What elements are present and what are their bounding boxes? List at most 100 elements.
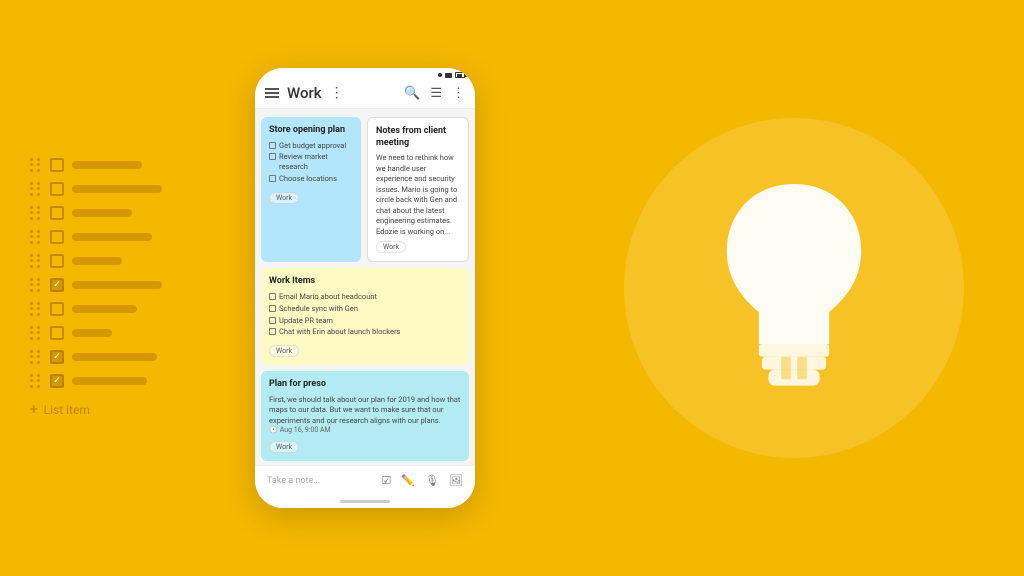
overflow-menu-icon[interactable]: ⋮ <box>452 86 465 101</box>
home-indicator <box>255 495 475 508</box>
note-label: Work <box>269 192 299 204</box>
note-check-item: Schedule sync with Gen <box>269 304 461 314</box>
add-list-item-row[interactable]: + List item <box>30 402 162 418</box>
hamburger-button[interactable] <box>265 88 279 98</box>
list-checkbox[interactable] <box>50 182 64 196</box>
list-row <box>30 206 162 220</box>
take-note-placeholder[interactable]: Take a note... <box>267 476 320 486</box>
signal-icon <box>438 73 442 77</box>
search-icon[interactable]: 🔍 <box>404 86 420 101</box>
header-left: Work ⋮ <box>265 84 344 102</box>
pencil-icon[interactable]: ✏️ <box>401 474 415 487</box>
list-bar <box>72 161 142 169</box>
list-bar <box>72 329 112 337</box>
note-store-opening[interactable]: Store opening plan Get budget approval R… <box>261 117 361 262</box>
list-checkbox[interactable] <box>50 350 64 364</box>
list-checkbox[interactable] <box>50 206 64 220</box>
note-title: Notes from client meeting <box>376 126 460 149</box>
drag-handle <box>30 374 42 388</box>
checkbox-icon <box>269 142 276 149</box>
app-header: Work ⋮ 🔍 ☰ ⋮ <box>255 80 475 109</box>
list-bar <box>72 233 152 241</box>
drag-handle <box>30 206 42 220</box>
list-bar <box>72 353 157 361</box>
note-date: 🕐 Aug 16, 9:00 AM <box>269 426 461 434</box>
note-checklist: Get budget approval Review market resear… <box>269 141 353 184</box>
note-checklist: Email Mario about headcount Schedule syn… <box>269 292 461 337</box>
note-body: We need to rethink how we handle user ex… <box>376 153 460 237</box>
battery-icon <box>455 72 465 78</box>
app-title: Work <box>287 84 322 102</box>
view-toggle-icon[interactable]: ☰ <box>430 86 442 101</box>
drag-handle <box>30 158 42 172</box>
note-client-meeting[interactable]: Notes from client meeting We need to ret… <box>367 117 469 262</box>
bottom-icons: ☑ ✏️ 🎙 🖼 <box>381 474 463 487</box>
list-row <box>30 326 162 340</box>
list-bar <box>72 185 162 193</box>
header-right: 🔍 ☰ ⋮ <box>404 86 465 101</box>
note-check-item: Get budget approval <box>269 141 353 151</box>
bottom-bar: Take a note... ☑ ✏️ 🎙 🖼 <box>255 465 475 495</box>
note-check-item: Email Mario about headcount <box>269 292 461 302</box>
list-checkbox[interactable] <box>50 326 64 340</box>
list-bar <box>72 281 162 289</box>
list-bar <box>72 305 137 313</box>
list-bar <box>72 377 147 385</box>
list-row <box>30 182 162 196</box>
list-checkbox[interactable] <box>50 158 64 172</box>
list-checkbox[interactable] <box>50 374 64 388</box>
checkbox-icon <box>269 293 276 300</box>
more-options-icon[interactable]: ⋮ <box>330 85 344 101</box>
checkbox-icon <box>269 153 276 160</box>
list-row <box>30 158 162 172</box>
note-label: Work <box>269 441 299 453</box>
note-label: Work <box>269 345 299 357</box>
add-icon: + <box>30 402 38 418</box>
mic-icon[interactable]: 🎙 <box>425 474 439 487</box>
drag-handle <box>30 230 42 244</box>
note-title: Work Items <box>269 276 461 288</box>
checkbox-icon <box>269 328 276 335</box>
add-list-item-label: List item <box>44 403 90 417</box>
list-checkbox[interactable] <box>50 302 64 316</box>
drag-handle <box>30 302 42 316</box>
checkbox-icon <box>269 175 276 182</box>
drag-handle <box>30 254 42 268</box>
list-bar <box>72 257 122 265</box>
note-body: First, we should talk about our plan for… <box>269 395 461 427</box>
lightbulb-container <box>644 128 944 448</box>
clock-icon: 🕐 <box>269 426 278 434</box>
drag-handle <box>30 182 42 196</box>
image-icon[interactable]: 🖼 <box>449 474 463 487</box>
notes-area: Store opening plan Get budget approval R… <box>255 109 475 465</box>
list-checkbox[interactable] <box>50 254 64 268</box>
list-checkbox[interactable] <box>50 278 64 292</box>
note-check-item: Update PR team <box>269 316 461 326</box>
list-row <box>30 302 162 316</box>
drag-handle <box>30 326 42 340</box>
list-checkbox[interactable] <box>50 230 64 244</box>
list-row <box>30 230 162 244</box>
home-bar <box>340 500 390 503</box>
note-check-item: Choose locations <box>269 174 353 184</box>
notes-top-row: Store opening plan Get budget approval R… <box>261 117 469 262</box>
phone: Work ⋮ 🔍 ☰ ⋮ Store opening plan Get budg… <box>255 68 475 508</box>
note-check-item: Chat with Erin about launch blockers <box>269 327 461 337</box>
list-row <box>30 278 162 292</box>
note-title: Store opening plan <box>269 125 353 137</box>
list-row <box>30 254 162 268</box>
drag-handle <box>30 350 42 364</box>
list-bar <box>72 209 132 217</box>
lightbulb-icon <box>694 168 894 408</box>
note-label: Work <box>376 241 406 253</box>
note-title: Plan for preso <box>269 379 461 391</box>
wifi-icon <box>445 73 452 78</box>
status-icons <box>438 72 465 78</box>
checkbox-icon <box>269 317 276 324</box>
drag-handle <box>30 278 42 292</box>
checkbox-icon <box>269 305 276 312</box>
left-decorative-list: + List item <box>30 158 162 418</box>
note-work-items[interactable]: Work Items Email Mario about headcount S… <box>261 268 469 365</box>
checkbox-add-icon[interactable]: ☑ <box>381 474 391 487</box>
note-plan-preso[interactable]: Plan for preso First, we should talk abo… <box>261 371 469 461</box>
